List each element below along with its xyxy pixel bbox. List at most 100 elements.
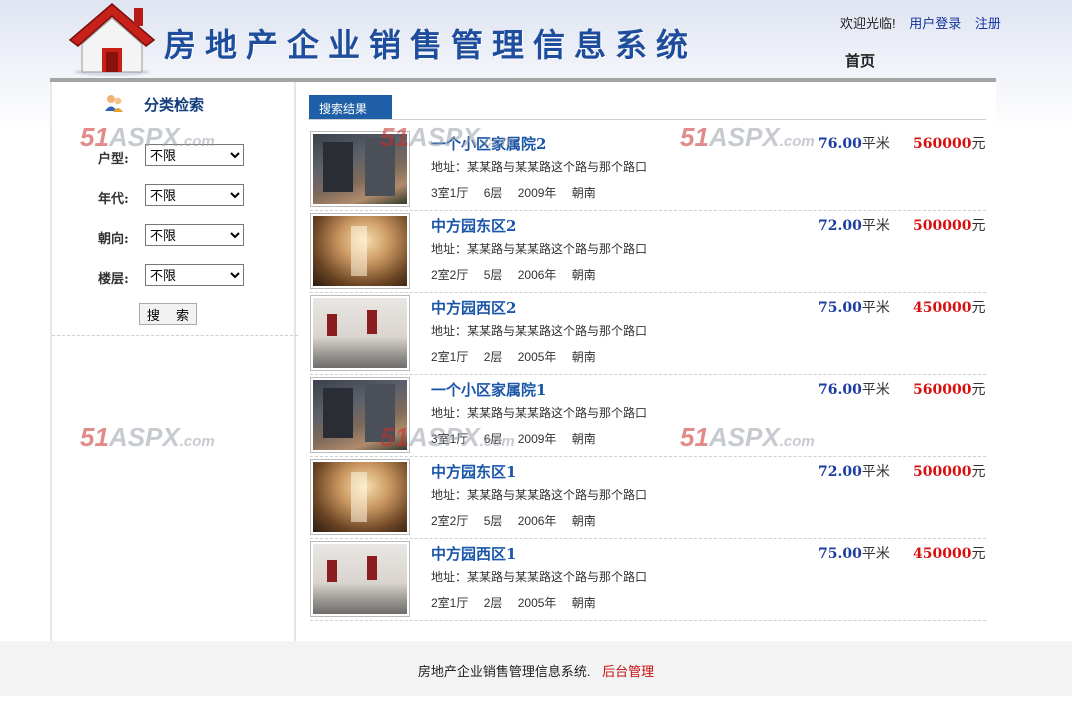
filter-year-label: 年代: (98, 192, 129, 207)
listing-photo (313, 216, 407, 286)
listing-layout: 2室1厅 (431, 350, 469, 364)
sidebar-divider (52, 335, 298, 336)
listing-name[interactable]: 一个小区家属院1 (431, 379, 546, 400)
filter-layout-label: 户型: (98, 152, 129, 167)
listing-area: 76.00平米 (818, 379, 890, 399)
listing-price-unit: 元 (971, 382, 986, 398)
listing-specs: 2室2厅 5层 2006年 朝南 (431, 512, 608, 529)
listing-area: 72.00平米 (818, 461, 890, 481)
listing-photo (313, 298, 407, 368)
filter-floor-select[interactable]: 不限 (145, 264, 244, 286)
listing-orientation: 朝南 (571, 432, 596, 446)
listing-orientation: 朝南 (571, 514, 596, 528)
listing-photo (313, 134, 407, 204)
list-item: 一个小区家属院2 地址：某某路与某某路这个路与那个路口 3室1厅 6层 2009… (310, 129, 986, 211)
listing-area: 75.00平米 (818, 297, 890, 317)
listing-area-value: 75.00 (818, 300, 862, 316)
listing-year: 2009年 (517, 186, 557, 200)
admin-link[interactable]: 后台管理 (602, 664, 654, 679)
listing-name[interactable]: 中方园西区2 (431, 297, 516, 318)
listing-orientation: 朝南 (571, 186, 596, 200)
listing-layout: 2室2厅 (431, 268, 469, 282)
listing-thumbnail[interactable] (310, 213, 410, 289)
filter-year: 年代: 不限 (98, 184, 298, 207)
listing-floor: 5层 (483, 268, 503, 282)
listing-area-value: 72.00 (818, 464, 862, 480)
users-icon (105, 95, 123, 112)
listing-area-value: 76.00 (818, 382, 862, 398)
filter-orientation-select[interactable]: 不限 (145, 224, 244, 246)
listing-thumbnail[interactable] (310, 459, 410, 535)
footer-text: 房地产企业销售管理信息系统. (417, 664, 591, 679)
listing-price-unit: 元 (971, 546, 986, 562)
listing-layout: 2室1厅 (431, 596, 469, 610)
filter-floor-label: 楼层: (98, 272, 129, 287)
listing-address: 地址：某某路与某某路这个路与那个路口 (431, 324, 648, 338)
listing-specs: 3室1厅 6层 2009年 朝南 (431, 184, 608, 201)
listing-year: 2006年 (517, 268, 557, 282)
filter-layout-select[interactable]: 不限 (145, 144, 244, 166)
listing-price: 500000元 (913, 215, 985, 235)
listing-thumbnail[interactable] (310, 377, 410, 453)
top-links: 欢迎光临! 用户登录 注册 (840, 13, 1011, 32)
listing-price-value: 500000 (913, 218, 972, 234)
listing-price-unit: 元 (971, 300, 986, 316)
listing-name[interactable]: 一个小区家属院2 (431, 133, 546, 154)
footer: 房地产企业销售管理信息系统. 后台管理 (0, 641, 1072, 696)
listing-floor: 6层 (483, 432, 503, 446)
listing-photo (313, 380, 407, 450)
listing-address: 地址：某某路与某某路这个路与那个路口 (431, 242, 648, 256)
filter-orientation-label: 朝向: (98, 232, 129, 247)
search-button[interactable]: 搜 索 (139, 303, 197, 325)
site-title: 房地产企业销售管理信息系统 (164, 26, 698, 64)
filter-layout: 户型: 不限 (98, 144, 298, 167)
listing-name[interactable]: 中方园西区1 (431, 543, 516, 564)
listing-address: 地址：某某路与某某路这个路与那个路口 (431, 160, 648, 174)
filter-floor: 楼层: 不限 (98, 264, 298, 287)
listing-layout: 3室1厅 (431, 432, 469, 446)
listing-area-unit: 平米 (861, 218, 890, 234)
listing-year: 2005年 (517, 596, 557, 610)
listing-year: 2005年 (517, 350, 557, 364)
listing-orientation: 朝南 (571, 268, 596, 282)
login-link[interactable]: 用户登录 (909, 16, 961, 31)
sidebar-title: 分类检索 (144, 96, 205, 114)
listing-thumbnail[interactable] (310, 295, 410, 371)
listing-price-value: 450000 (913, 546, 972, 562)
nav-home-link[interactable]: 首页 (845, 50, 875, 71)
listing-price-unit: 元 (971, 218, 986, 234)
listing-thumbnail[interactable] (310, 131, 410, 207)
listing-price: 450000元 (913, 297, 985, 317)
house-logo-icon (68, 3, 156, 76)
register-link[interactable]: 注册 (975, 16, 1001, 31)
welcome-text: 欢迎光临! (840, 16, 896, 31)
listing-photo (313, 462, 407, 532)
listing-price-value: 450000 (913, 300, 972, 316)
listing-address: 地址：某某路与某某路这个路与那个路口 (431, 570, 648, 584)
listing-area-value: 75.00 (818, 546, 862, 562)
listing-address: 地址：某某路与某某路这个路与那个路口 (431, 488, 648, 502)
listing-price-unit: 元 (971, 464, 986, 480)
listing-year: 2006年 (517, 514, 557, 528)
listing-area-unit: 平米 (861, 464, 890, 480)
results-list: 一个小区家属院2 地址：某某路与某某路这个路与那个路口 3室1厅 6层 2009… (310, 129, 986, 621)
sidebar: 分类检索 户型: 不限 年代: 不限 朝向: 不限 楼层: 不限 搜 索 (50, 82, 298, 641)
tab-underline (308, 119, 986, 120)
listing-thumbnail[interactable] (310, 541, 410, 617)
list-item: 中方园东区1 地址：某某路与某某路这个路与那个路口 2室2厅 5层 2006年 … (310, 457, 986, 539)
list-item: 一个小区家属院1 地址：某某路与某某路这个路与那个路口 3室1厅 6层 2009… (310, 375, 986, 457)
tab-search-results[interactable]: 搜索结果 (309, 95, 392, 119)
listing-price: 450000元 (913, 543, 985, 563)
listing-year: 2009年 (517, 432, 557, 446)
listing-price-value: 500000 (913, 464, 972, 480)
listing-specs: 2室1厅 2层 2005年 朝南 (431, 348, 608, 365)
header: 房地产企业销售管理信息系统 欢迎光临! 用户登录 注册 首页 (0, 0, 1072, 80)
listing-price: 560000元 (913, 379, 985, 399)
listing-name[interactable]: 中方园东区2 (431, 215, 516, 236)
listing-area-unit: 平米 (861, 546, 890, 562)
listing-address: 地址：某某路与某某路这个路与那个路口 (431, 406, 648, 420)
filter-year-select[interactable]: 不限 (145, 184, 244, 206)
listing-name[interactable]: 中方园东区1 (431, 461, 516, 482)
listing-specs: 3室1厅 6层 2009年 朝南 (431, 430, 608, 447)
results-panel: 搜索结果 一个小区家属院2 地址：某某路与某某路这个路与那个路口 3室1厅 6层… (308, 82, 986, 641)
